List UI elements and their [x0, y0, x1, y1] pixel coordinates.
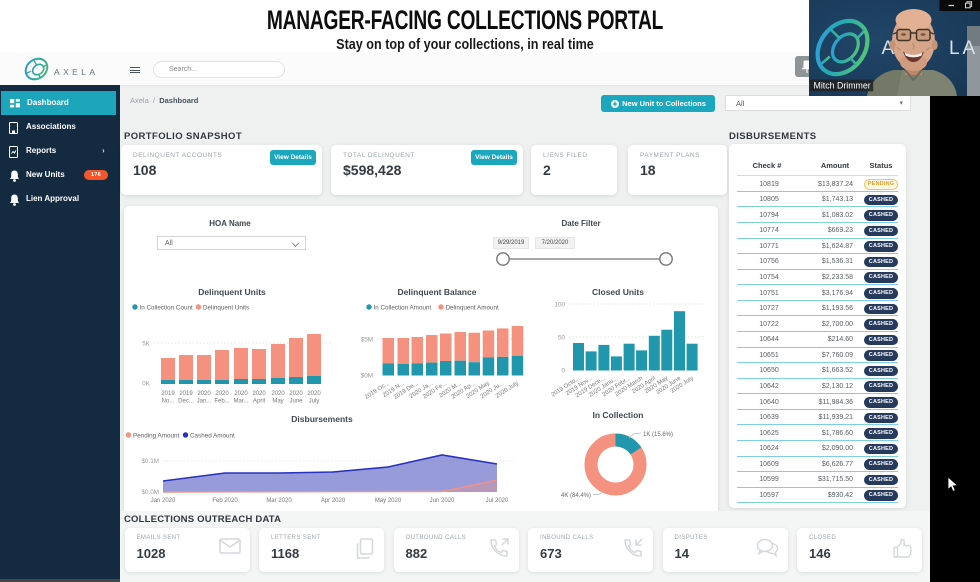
svg-text:A: A [963, 38, 976, 59]
svg-text:In Collection Count: In Collection Count [140, 305, 193, 312]
svg-text:Jul 2020: Jul 2020 [486, 498, 509, 504]
svg-text:Dec...: Dec... [178, 399, 194, 405]
svg-text:Mar...: Mar... [233, 399, 248, 405]
svg-text:50: 50 [558, 335, 566, 342]
svg-text:1K (15.6%): 1K (15.6%) [643, 432, 673, 438]
svg-text:May 2020: May 2020 [375, 498, 402, 504]
svg-text:June: June [289, 399, 303, 405]
svg-text:In Collection: In Collection [593, 410, 644, 420]
svg-text:Disbursements: Disbursements [291, 414, 353, 424]
svg-text:Delinquent Balance: Delinquent Balance [398, 287, 477, 297]
svg-text:$5M: $5M [361, 337, 373, 344]
svg-text:$0.1M: $0.1M [141, 458, 159, 465]
svg-text:2019: 2019 [161, 391, 175, 397]
svg-text:In Collection Amount: In Collection Amount [374, 305, 432, 312]
svg-text:Delinquent Amount: Delinquent Amount [446, 305, 499, 312]
svg-text:Mitch Drimmer: Mitch Drimmer [814, 81, 871, 91]
svg-text:Apr 2020: Apr 2020 [321, 498, 346, 504]
svg-text:L: L [949, 38, 960, 59]
svg-text:Closed Units: Closed Units [592, 287, 644, 297]
svg-text:July: July [309, 399, 320, 405]
svg-text:2020: 2020 [307, 391, 321, 397]
svg-text:Feb...: Feb... [214, 399, 230, 405]
svg-text:2020: 2020 [234, 391, 248, 397]
svg-text:2020: 2020 [197, 391, 211, 397]
svg-text:2020: 2020 [252, 391, 266, 397]
svg-text:Jun 2020: Jun 2020 [430, 498, 455, 504]
svg-text:2020: 2020 [215, 391, 229, 397]
svg-text:5K: 5K [142, 341, 151, 348]
svg-text:Jan 2020: Jan 2020 [151, 498, 176, 504]
svg-text:4K (84.4%): 4K (84.4%) [561, 493, 591, 499]
svg-text:Feb 2020: Feb 2020 [212, 498, 238, 504]
svg-text:100: 100 [554, 302, 565, 309]
svg-text:Delinquent Units: Delinquent Units [198, 287, 266, 297]
svg-text:Pending Amount: Pending Amount [133, 433, 179, 440]
svg-text:April: April [253, 399, 265, 405]
svg-text:0K: 0K [142, 381, 151, 388]
svg-text:Delinquent Units: Delinquent Units [203, 305, 249, 312]
svg-text:Cashed Amount: Cashed Amount [190, 433, 235, 440]
svg-text:Jan...: Jan... [197, 399, 212, 405]
svg-text:Mar 2020: Mar 2020 [266, 498, 292, 504]
svg-text:No...: No... [162, 399, 175, 405]
svg-text:May: May [272, 399, 283, 405]
svg-text:0: 0 [561, 368, 565, 375]
svg-text:2020: 2020 [289, 391, 303, 397]
svg-text:$0M: $0M [361, 373, 373, 380]
svg-text:2020: 2020 [271, 391, 285, 397]
svg-text:$0.0M: $0.0M [141, 489, 159, 496]
svg-text:2019: 2019 [179, 391, 193, 397]
